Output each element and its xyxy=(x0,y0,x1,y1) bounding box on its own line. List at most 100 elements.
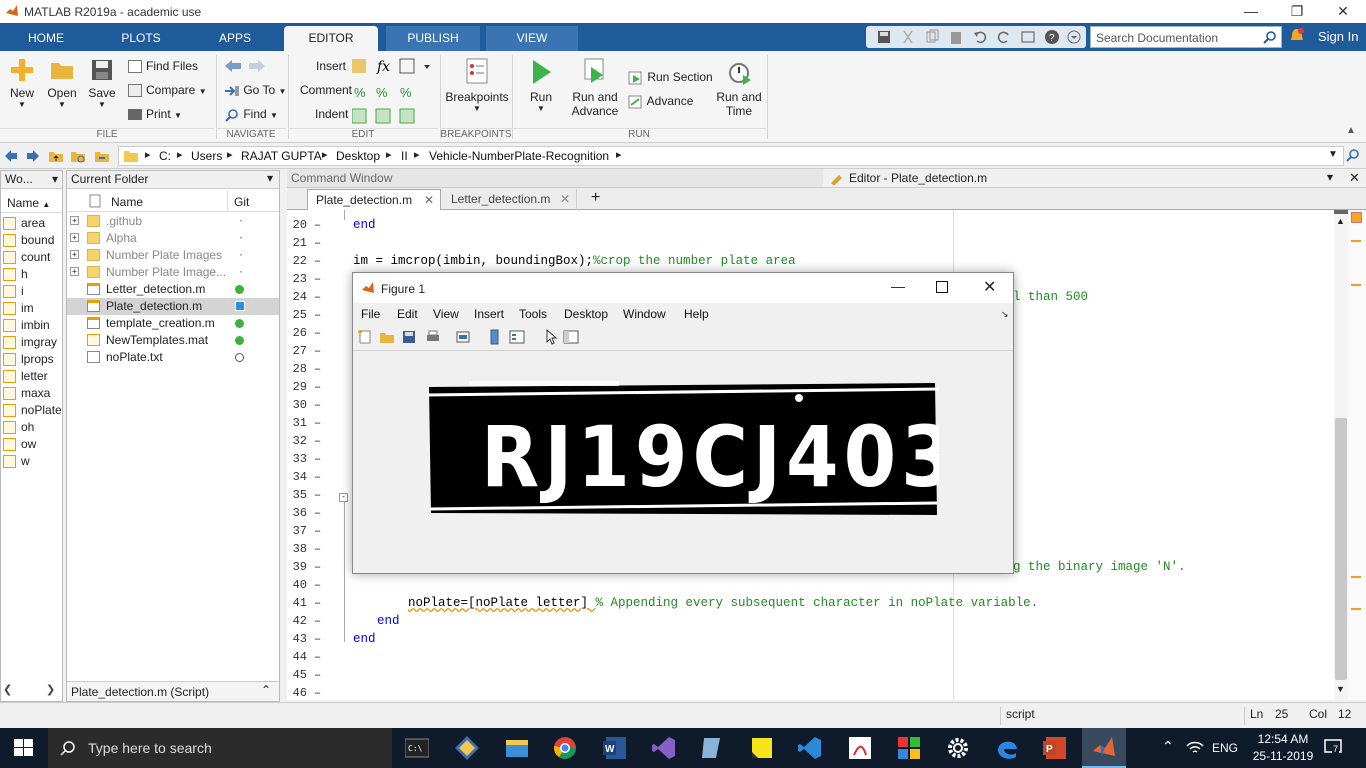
cut-icon[interactable] xyxy=(900,29,916,45)
breakpoint-gutter-mark[interactable]: – xyxy=(314,236,322,250)
forward-arrow-icon[interactable] xyxy=(248,59,266,73)
find-files-button[interactable]: Find Files xyxy=(128,59,198,74)
breakpoint-gutter-mark[interactable]: – xyxy=(314,290,322,304)
workspace-var-row[interactable]: count xyxy=(3,250,61,267)
print-button[interactable]: Print ▼ xyxy=(128,107,182,121)
compare-button[interactable]: Compare ▼ xyxy=(128,83,207,98)
breakpoint-gutter-mark[interactable]: – xyxy=(314,632,322,646)
more-options-icon[interactable] xyxy=(1066,29,1082,45)
breakpoint-gutter-mark[interactable]: – xyxy=(314,380,322,394)
nav-forward-icon[interactable] xyxy=(26,149,40,163)
advance-button[interactable]: Advance xyxy=(628,94,693,109)
wifi-icon[interactable] xyxy=(1186,741,1204,755)
file-explorer-icon[interactable] xyxy=(505,736,529,760)
settings-gear-icon[interactable] xyxy=(946,736,970,760)
workspace-var-row[interactable]: h xyxy=(3,267,61,284)
nav-back-icon[interactable] xyxy=(4,149,18,163)
save-button[interactable]: Save ▼ xyxy=(84,57,120,109)
vscode-icon[interactable] xyxy=(798,736,822,760)
powerpoint-icon[interactable]: P xyxy=(1043,736,1067,760)
calculator-icon[interactable] xyxy=(700,736,724,760)
close-button[interactable]: ✕ xyxy=(1320,0,1366,23)
workspace-var-row[interactable]: letter xyxy=(3,369,61,386)
search-documentation-input[interactable]: Search Documentation xyxy=(1090,26,1282,48)
close-tab-icon[interactable]: ✕ xyxy=(560,192,570,206)
run-and-advance-button[interactable]: Run and Advance xyxy=(568,57,622,118)
folder-col-name[interactable]: Name xyxy=(111,195,143,209)
scrollbar-thumb[interactable] xyxy=(1335,418,1347,680)
breakpoint-gutter-mark[interactable]: – xyxy=(314,326,322,340)
folder-list-item[interactable]: NewTemplates.mat xyxy=(67,332,279,349)
workspace-var-row[interactable]: imbin xyxy=(3,318,61,335)
folder-list-item[interactable]: noPlate.txt xyxy=(67,349,279,366)
breakpoint-gutter-mark[interactable]: – xyxy=(314,578,322,592)
breadcrumb-c[interactable]: C: xyxy=(159,149,171,163)
code-fold-icon[interactable]: - xyxy=(339,493,348,502)
folder-list-item[interactable]: + Number Plate Images · xyxy=(67,247,279,264)
workspace-var-row[interactable]: imgray xyxy=(3,335,61,352)
workspace-var-row[interactable]: area xyxy=(3,216,61,233)
insert-colorbar-icon[interactable] xyxy=(487,329,503,345)
save-figure-icon[interactable] xyxy=(401,329,417,345)
breakpoint-gutter-mark[interactable]: – xyxy=(314,362,322,376)
folder-list-item[interactable]: template_creation.m xyxy=(67,315,279,332)
tab-view[interactable]: VIEW xyxy=(486,26,578,51)
figure-menu-help[interactable]: Help xyxy=(684,307,709,321)
open-button[interactable]: Open ▼ xyxy=(44,57,80,109)
figure-dock-icon[interactable]: ↘ xyxy=(1001,309,1009,320)
terminal-app-icon[interactable]: C:\ xyxy=(405,736,429,760)
figure-menu-tools[interactable]: Tools xyxy=(519,307,547,321)
scroll-right-icon[interactable]: ❯ xyxy=(46,683,55,696)
tab-plots[interactable]: PLOTS xyxy=(94,26,188,51)
expand-details-icon[interactable]: ⌃ xyxy=(261,683,271,697)
workspace-var-row[interactable]: lprops xyxy=(3,352,61,369)
new-figure-icon[interactable] xyxy=(357,329,373,345)
breakpoint-gutter-mark[interactable]: – xyxy=(314,398,322,412)
breakpoint-gutter-mark[interactable]: – xyxy=(314,524,322,538)
breakpoints-button[interactable]: Breakpoints ▼ xyxy=(444,57,510,113)
sticky-notes-icon[interactable] xyxy=(750,736,774,760)
path-dropdown-icon[interactable]: ▼ xyxy=(1328,149,1338,160)
workspace-var-row[interactable]: w xyxy=(3,454,61,471)
clock-time[interactable]: 12:54 AM xyxy=(1252,732,1314,746)
breadcrumb-users[interactable]: Users xyxy=(191,149,222,163)
workspace-var-row[interactable]: im xyxy=(3,301,61,318)
breakpoint-gutter-mark[interactable]: – xyxy=(314,344,322,358)
folder-list-item[interactable]: + Alpha · xyxy=(67,230,279,247)
folder-list-item[interactable]: Letter_detection.m xyxy=(67,281,279,298)
back-arrow-icon[interactable] xyxy=(224,59,242,73)
figure-menu-window[interactable]: Window xyxy=(623,307,666,321)
language-indicator[interactable]: ENG xyxy=(1212,741,1238,755)
breakpoint-gutter-mark[interactable]: – xyxy=(314,686,322,700)
figure-menu-insert[interactable]: Insert xyxy=(474,307,504,321)
breadcrumb-ii[interactable]: II xyxy=(401,149,408,163)
workspace-var-row[interactable]: i xyxy=(3,284,61,301)
breakpoint-gutter-mark[interactable]: – xyxy=(314,272,322,286)
breakpoint-gutter-mark[interactable]: – xyxy=(314,470,322,484)
workspace-var-row[interactable]: noPlate xyxy=(3,403,61,420)
collapse-ribbon-icon[interactable]: ▲ xyxy=(1346,125,1356,136)
workspace-var-row[interactable]: maxa xyxy=(3,386,61,403)
sign-in-link[interactable]: Sign In xyxy=(1318,29,1358,44)
up-folder-icon[interactable] xyxy=(48,148,64,164)
edit-tools-icons[interactable]: fx %%% xyxy=(352,57,432,127)
scroll-up-icon[interactable]: ▲ xyxy=(1336,216,1345,226)
acrobat-icon[interactable] xyxy=(848,736,872,760)
new-button[interactable]: New ▼ xyxy=(4,57,40,109)
figure-window[interactable]: Figure 1 — ✕ File Edit View Insert Tools… xyxy=(352,272,1014,574)
word-icon[interactable]: W xyxy=(603,736,627,760)
figure-minimize-button[interactable]: — xyxy=(891,278,905,294)
search-folder-icon[interactable] xyxy=(1346,148,1360,162)
matlab-taskbar-item[interactable] xyxy=(1082,728,1126,768)
find-button[interactable]: Find ▼ xyxy=(224,107,278,122)
scroll-left-icon[interactable]: ❮ xyxy=(3,683,12,696)
workspace-var-row[interactable]: bound xyxy=(3,233,61,250)
breakpoint-gutter-mark[interactable]: – xyxy=(314,596,322,610)
editor-tab-plate-detection[interactable]: Plate_detection.m ✕ xyxy=(307,189,441,210)
run-section-button[interactable]: Run Section xyxy=(628,70,713,85)
run-and-time-button[interactable]: Run and Time xyxy=(712,57,766,118)
figure-menu-desktop[interactable]: Desktop xyxy=(564,307,608,321)
folder-details-bar[interactable]: Plate_detection.m (Script) ⌃ xyxy=(67,681,279,701)
expand-folder-icon[interactable]: + xyxy=(70,250,79,259)
insert-legend-icon[interactable] xyxy=(509,329,525,345)
